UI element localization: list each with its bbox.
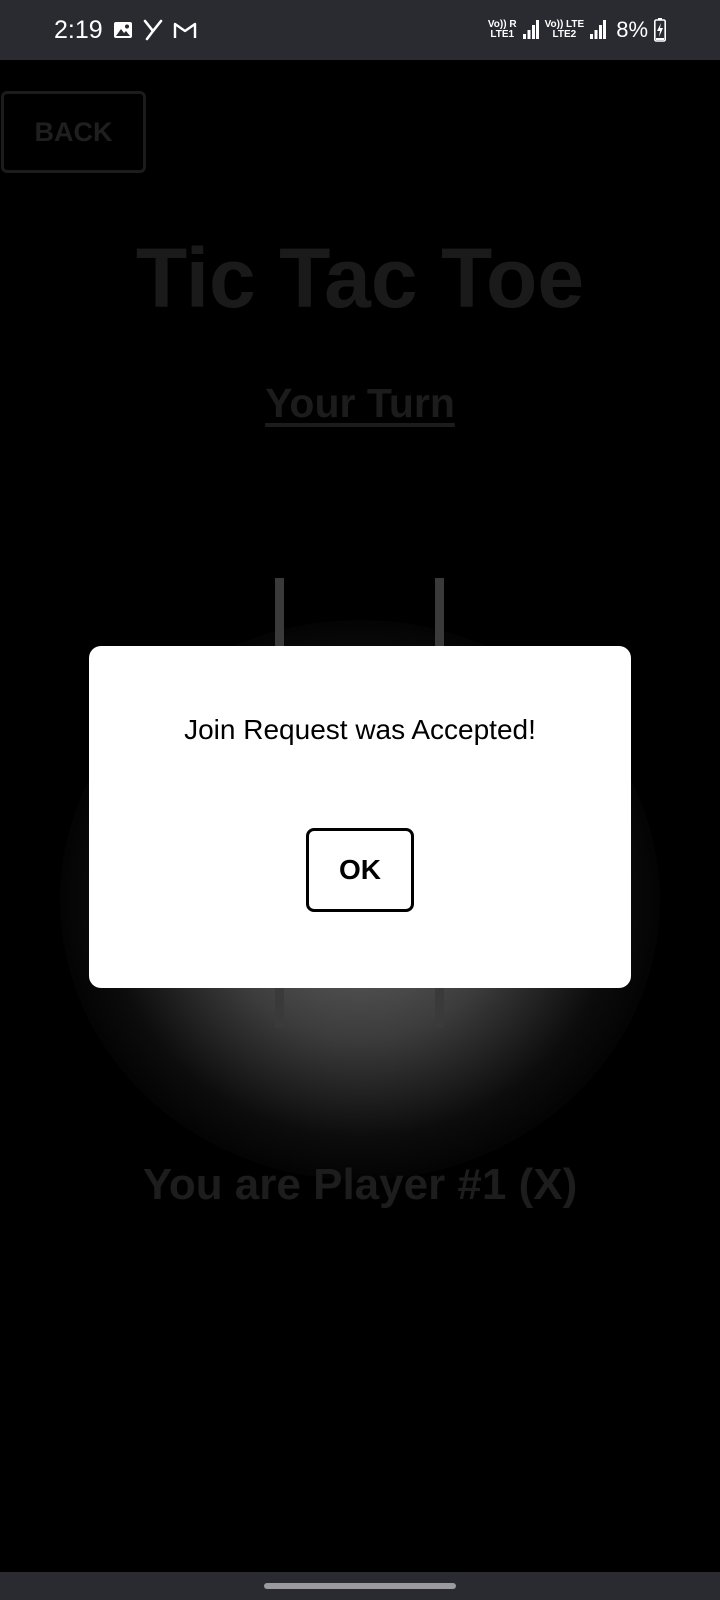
y-app-icon [143, 19, 163, 41]
signal-icon [590, 19, 607, 41]
gmail-icon [173, 20, 197, 40]
sim2-bottom-text: LTE2 [552, 29, 577, 40]
turn-indicator: Your Turn [0, 380, 720, 427]
ok-button[interactable]: OK [306, 828, 414, 912]
navigation-bar [0, 1572, 720, 1600]
turn-label: Your Turn [265, 380, 455, 426]
join-accepted-dialog: Join Request was Accepted! OK [89, 646, 631, 988]
signal-icon [522, 19, 539, 41]
home-gesture-handle[interactable] [264, 1583, 456, 1589]
battery-percent: 8% [616, 17, 648, 42]
status-right: Vo)) R LTE1 Vo)) LTE LTE2 8% [488, 17, 666, 43]
battery-charging-icon [654, 18, 666, 42]
sim2-label: Vo)) LTE LTE2 [545, 20, 585, 40]
gallery-icon [113, 20, 133, 40]
sim1-bottom-text: LTE1 [490, 29, 515, 40]
dialog-message: Join Request was Accepted! [184, 714, 536, 745]
sim1-label: Vo)) R LTE1 [488, 20, 517, 40]
status-left: 2:19 [54, 16, 197, 45]
player-label: You are Player #1 (X) [142, 1160, 578, 1209]
page-title: Tic Tac Toe [135, 231, 585, 325]
status-bar: 2:19 Vo)) R LTE1 Vo)) LTE LTE2 8% [0, 0, 720, 60]
back-button[interactable]: BACK [1, 91, 146, 173]
status-time: 2:19 [54, 15, 103, 44]
